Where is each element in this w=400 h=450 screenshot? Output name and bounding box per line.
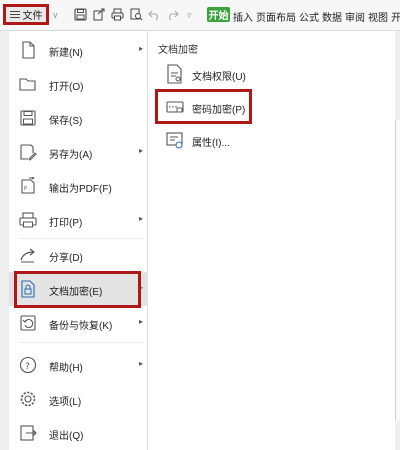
tab-page-layout[interactable]: 页面布局 bbox=[256, 9, 296, 24]
backup-restore-icon bbox=[20, 315, 36, 331]
menu-item-save-as[interactable]: 另存为(A) ▸ bbox=[9, 135, 147, 169]
menu-item-open[interactable]: 打开(O) bbox=[9, 67, 147, 101]
menu-item-label: 备份与恢复(K) bbox=[49, 321, 113, 332]
share-icon bbox=[20, 248, 35, 263]
spreadsheet-edge bbox=[395, 120, 400, 420]
menu-item-label: 退出(Q) bbox=[49, 431, 84, 442]
highlight-box-document-encrypt bbox=[14, 271, 141, 308]
print-icon[interactable] bbox=[111, 8, 124, 21]
menu-item-label: 保存(S) bbox=[49, 116, 83, 127]
tab-insert[interactable]: 插入 bbox=[233, 9, 253, 24]
menu-item-backup-restore[interactable]: 备份与恢复(K) ▸ bbox=[9, 306, 147, 340]
menu-item-exit[interactable]: 退出(Q) bbox=[9, 416, 147, 450]
menu-item-save[interactable]: 保存(S) bbox=[9, 101, 147, 135]
save-icon[interactable] bbox=[74, 8, 87, 21]
open-folder-icon bbox=[19, 78, 36, 91]
save-as-icon bbox=[20, 144, 37, 161]
menu-item-label: 帮助(H) bbox=[49, 363, 83, 374]
tab-formula[interactable]: 公式 bbox=[299, 9, 319, 24]
options-gear-icon bbox=[20, 391, 36, 407]
tab-overflow[interactable]: 开 bbox=[391, 9, 400, 24]
svg-text:?: ? bbox=[25, 362, 30, 372]
file-menu-label: 文件 bbox=[22, 11, 43, 22]
export-pdf-icon: P bbox=[21, 177, 36, 194]
tab-start[interactable]: 开始 bbox=[207, 7, 230, 22]
submenu-item-label: 属性(I)... bbox=[192, 138, 230, 149]
dropdown-arrow-icon[interactable]: ∨ bbox=[52, 10, 59, 21]
chevron-right-icon: ▸ bbox=[138, 44, 143, 53]
chevron-right-icon: ▸ bbox=[138, 317, 143, 326]
menu-item-options[interactable]: 选项(L) bbox=[9, 382, 147, 416]
menu-item-label: 打开(O) bbox=[49, 82, 84, 93]
help-icon: ? bbox=[19, 356, 37, 374]
chevron-right-icon: ▸ bbox=[138, 146, 143, 155]
menu-item-label: 新建(N) bbox=[49, 48, 83, 59]
submenu-item-properties[interactable]: 属性(I)... bbox=[148, 125, 395, 155]
menu-item-export-pdf[interactable]: P 输出为PDF(F) bbox=[9, 169, 147, 203]
chevron-right-icon: ▸ bbox=[138, 359, 143, 368]
svg-text:P: P bbox=[24, 186, 27, 192]
properties-icon bbox=[166, 132, 183, 149]
undo-icon[interactable] bbox=[148, 8, 161, 21]
submenu-item-document-permission[interactable]: 文档权限(U) bbox=[148, 59, 395, 89]
highlight-box-password-encrypt bbox=[155, 89, 252, 124]
file-menu: 新建(N) ▸ 打开(O) 保存(S) 另存为(A) ▸ P 输出为PDF(F) bbox=[9, 31, 148, 450]
menu-item-print[interactable]: 打印(P) ▸ bbox=[9, 203, 147, 237]
document-permission-icon bbox=[167, 64, 182, 84]
chevron-right-icon: ▸ bbox=[138, 214, 143, 223]
hamburger-icon bbox=[9, 10, 20, 19]
submenu-item-label: 文档权限(U) bbox=[192, 72, 246, 83]
print-preview-icon[interactable] bbox=[130, 8, 143, 21]
save-icon bbox=[20, 110, 36, 126]
menu-item-label: 打印(P) bbox=[49, 218, 83, 229]
menu-divider bbox=[19, 342, 144, 343]
redo-icon[interactable] bbox=[166, 8, 179, 21]
new-document-icon bbox=[22, 41, 35, 59]
menu-item-label: 输出为PDF(F) bbox=[49, 184, 112, 195]
more-dropdown-icon[interactable]: ▿ bbox=[187, 10, 192, 21]
menu-item-label: 选项(L) bbox=[49, 397, 82, 408]
tab-data[interactable]: 数据 bbox=[322, 9, 342, 24]
tab-view[interactable]: 视图 bbox=[368, 9, 388, 24]
submenu-title: 文档加密 bbox=[158, 45, 198, 56]
exit-icon bbox=[20, 425, 37, 441]
menu-item-share[interactable]: 分享(D) bbox=[9, 238, 147, 272]
menu-item-new[interactable]: 新建(N) ▸ bbox=[9, 33, 147, 67]
menu-item-help[interactable]: ? 帮助(H) ▸ bbox=[9, 348, 147, 382]
tab-review[interactable]: 审阅 bbox=[345, 9, 365, 24]
export-icon[interactable] bbox=[93, 8, 106, 21]
menu-item-label: 分享(D) bbox=[49, 253, 83, 264]
menu-item-label: 另存为(A) bbox=[49, 150, 93, 161]
file-menu-button[interactable]: 文件 bbox=[3, 4, 49, 25]
toolbar: 文件 ∨ ▿ 开始 插入 页面布局 公式 数据 审阅 视图 开 bbox=[0, 0, 400, 31]
print-icon bbox=[19, 212, 37, 228]
